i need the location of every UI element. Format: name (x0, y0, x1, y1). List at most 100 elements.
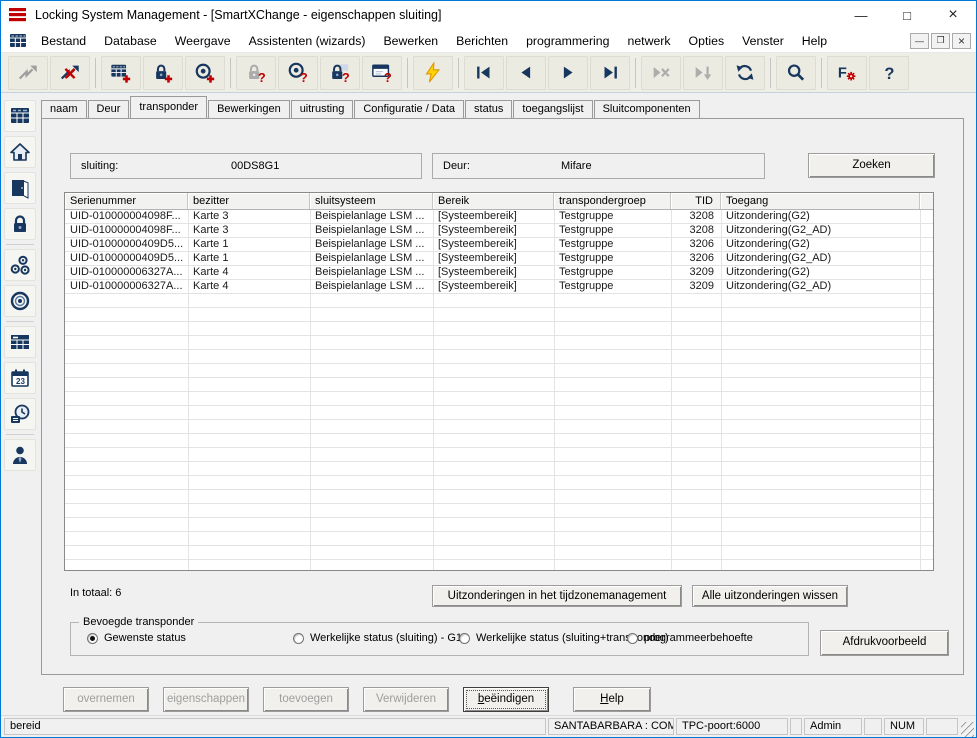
table-row[interactable]: UID-010000006327A... Karte 4 Beispielanl… (65, 266, 933, 280)
table-row[interactable]: UID-010000004098F... Karte 3 Beispielanl… (65, 210, 933, 224)
client-area: 23 n (1, 93, 976, 715)
minimize-button[interactable]: — (838, 1, 884, 29)
clear-exceptions-button[interactable]: Alle uitzonderingen wissen (692, 585, 848, 607)
table-cell: [Systeembereik] (433, 280, 554, 294)
mdi-close-button[interactable]: × (952, 33, 971, 49)
print-preview-button[interactable]: Afdrukvoorbeeld (820, 630, 949, 656)
sidebar-matrix-button[interactable] (4, 100, 36, 132)
menu-item-opties[interactable]: Opties (680, 32, 734, 50)
tab-sluitcomponenten[interactable]: Sluitcomponenten (594, 100, 700, 118)
svg-text:?: ? (884, 64, 894, 82)
disconnect-button[interactable] (50, 56, 90, 90)
tab-toegangslijst[interactable]: toegangslijst (513, 100, 592, 118)
sidebar-person-button[interactable] (4, 439, 36, 471)
column-header-serienummer[interactable]: Serienummer (65, 193, 188, 209)
application-window: Locking System Management - [SmartXChang… (0, 0, 977, 738)
read-window-button[interactable]: ? (362, 56, 402, 90)
column-header-sluitsysteem[interactable]: sluitsysteem (310, 193, 433, 209)
connect-icon (16, 62, 40, 84)
new-transponder-button[interactable] (185, 56, 225, 90)
authorized-transponder-groupbox: Bevoegde transponder Gewenste status Wer… (70, 622, 809, 656)
exceptions-table: Serienummer bezitter sluitsysteem Bereik… (64, 192, 934, 571)
help-button[interactable]: Help (573, 687, 651, 712)
search-button[interactable]: Zoeken (808, 153, 935, 178)
tab-status[interactable]: status (465, 100, 512, 118)
sidebar-calendar-button[interactable]: 23 (4, 362, 36, 394)
menu-item-bestand[interactable]: Bestand (32, 32, 95, 50)
column-header-tid[interactable]: TID (671, 193, 721, 209)
sidebar-divider (6, 244, 34, 245)
help-button-toolbar[interactable]: ? (869, 56, 909, 90)
next-record-button[interactable] (548, 56, 588, 90)
sidebar-transponder-group-button[interactable] (4, 249, 36, 281)
mdi-minimize-button[interactable]: — (910, 33, 929, 49)
table-cell: [Systeembereik] (433, 252, 554, 266)
menu-item-netwerk[interactable]: netwerk (618, 32, 679, 50)
maximize-button[interactable]: □ (884, 1, 930, 29)
read-lock-button[interactable]: ? (236, 56, 276, 90)
radio-werkelijke-status-g1[interactable]: Werkelijke status (sluiting) - G1 (293, 632, 462, 644)
search-button-toolbar[interactable] (776, 56, 816, 90)
tab-deur[interactable]: Deur (88, 100, 130, 118)
close-button[interactable]: × (930, 1, 976, 29)
menu-item-programmering[interactable]: programmering (517, 32, 618, 50)
column-header-bezitter[interactable]: bezitter (188, 193, 310, 209)
column-header-toegang[interactable]: Toegang (721, 193, 920, 209)
sidebar-lock-button[interactable] (4, 208, 36, 240)
table-cell: Karte 3 (188, 224, 310, 238)
connect-button (8, 56, 48, 90)
timezone-exceptions-button[interactable]: Uitzonderingen in het tijdzonemanagement (432, 585, 682, 607)
tab-uitrusting[interactable]: uitrusting (291, 100, 354, 118)
tab-naam[interactable]: naam (41, 100, 87, 118)
sidebar-home-button[interactable] (4, 136, 36, 168)
add-button: toevoegen (263, 687, 349, 712)
table-row[interactable]: UID-010000004098F... Karte 3 Beispielanl… (65, 224, 933, 238)
menu-item-assistenten[interactable]: Assistenten (wizards) (240, 32, 375, 50)
window-title: Locking System Management - [SmartXChang… (35, 8, 441, 22)
filter-settings-button[interactable]: F (827, 56, 867, 90)
tab-bewerkingen[interactable]: Bewerkingen (208, 100, 290, 118)
first-record-icon (472, 62, 496, 84)
table-cell: Testgruppe (554, 224, 671, 238)
table-row[interactable]: UID-01000000409D5... Karte 1 Beispielanl… (65, 252, 933, 266)
disconnect-icon (58, 62, 82, 84)
calendar-icon: 23 (9, 367, 31, 389)
program-button[interactable] (413, 56, 453, 90)
table-row[interactable]: UID-01000000409D5... Karte 1 Beispielanl… (65, 238, 933, 252)
new-locking-plan-button[interactable] (101, 56, 141, 90)
radio-gewenste-status[interactable]: Gewenste status (87, 632, 186, 644)
menu-item-venster[interactable]: Venster (733, 32, 793, 50)
tab-configuratie-data[interactable]: Configuratie / Data (354, 100, 464, 118)
menu-item-bewerken[interactable]: Bewerken (374, 32, 447, 50)
table-row[interactable]: UID-010000006327A... Karte 4 Beispielanl… (65, 280, 933, 294)
first-record-button[interactable] (464, 56, 504, 90)
sidebar-timezone-plan-button[interactable] (4, 326, 36, 358)
read-transponder-button[interactable]: ? (278, 56, 318, 90)
status-ready: bereid (4, 718, 546, 735)
menu-item-weergave[interactable]: Weergave (166, 32, 240, 50)
table-cell: Karte 1 (188, 238, 310, 252)
table-cell: UID-010000004098F... (65, 210, 188, 224)
lock-id-field: sluiting: 00DS8G1 (70, 153, 422, 179)
sidebar-transponder-button[interactable] (4, 285, 36, 317)
tab-transponder[interactable]: transponder (130, 96, 207, 118)
sidebar-time-log-button[interactable] (4, 398, 36, 430)
column-header-transpondergroep[interactable]: transpondergroep (554, 193, 671, 209)
menu-item-database[interactable]: Database (95, 32, 166, 50)
column-header-bereik[interactable]: Bereik (433, 193, 554, 209)
svg-text:23: 23 (16, 377, 25, 386)
menu-item-berichten[interactable]: Berichten (447, 32, 517, 50)
table-cell: 3208 (671, 224, 721, 238)
read-mifare-lock-button[interactable]: ? (320, 56, 360, 90)
menu-item-help[interactable]: Help (793, 32, 836, 50)
previous-record-button[interactable] (506, 56, 546, 90)
new-lock-button[interactable] (143, 56, 183, 90)
last-record-button[interactable] (590, 56, 630, 90)
previous-record-icon (514, 62, 538, 84)
resize-grip[interactable] (961, 722, 974, 737)
refresh-button[interactable] (725, 56, 765, 90)
end-button[interactable]: beëindigen (463, 687, 549, 712)
radio-programmeerbehoefte[interactable]: programmeerbehoefte (627, 632, 753, 644)
sidebar-door-button[interactable] (4, 172, 36, 204)
mdi-restore-button[interactable]: ❐ (931, 33, 950, 49)
